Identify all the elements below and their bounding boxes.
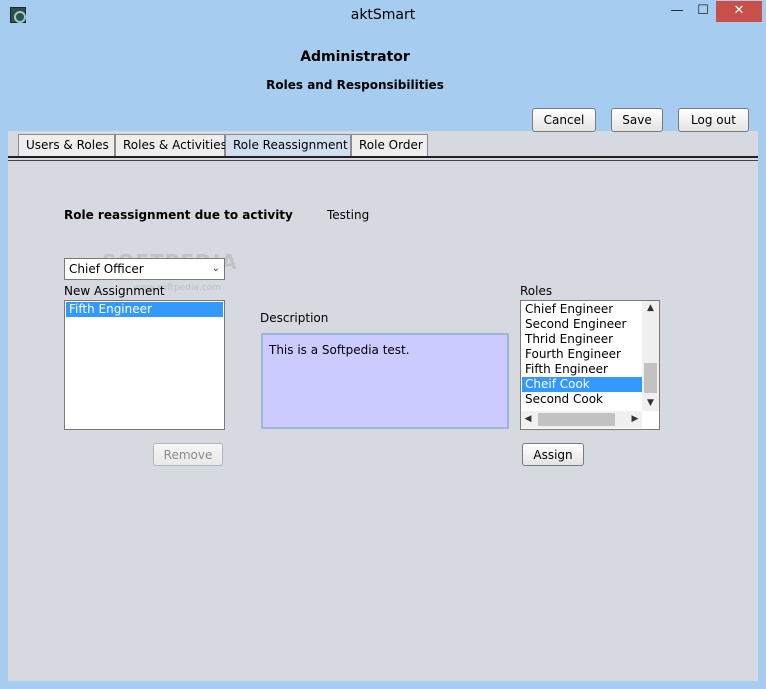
activity-value: Testing [327, 208, 370, 222]
save-button[interactable]: Save [611, 108, 663, 132]
description-field[interactable]: This is a Softpedia test. [261, 333, 509, 429]
app-window: aktSmart — ☐ ✕ Administrator Roles and R… [0, 0, 766, 689]
reassign-label: Role reassignment due to activity [64, 208, 293, 222]
chevron-right-icon[interactable]: ▶ [628, 411, 642, 428]
list-item[interactable]: Second Cook [522, 392, 642, 407]
maximize-button[interactable]: ☐ [690, 1, 716, 22]
title-bar[interactable]: aktSmart — ☐ ✕ [0, 0, 766, 31]
page-subtitle: Roles and Responsibilities [266, 78, 444, 92]
tab-role-order[interactable]: Role Order [351, 134, 428, 156]
roles-items: Chief Engineer Second Engineer Thrid Eng… [522, 302, 642, 407]
chevron-down-icon[interactable]: ▼ [642, 396, 659, 411]
role-select[interactable]: Chief Officer ⌄ [64, 258, 225, 280]
window-title: aktSmart [350, 7, 416, 23]
content-panel: Administrator Roles and Responsibilities… [8, 31, 758, 681]
scrollbar-thumb[interactable] [644, 363, 657, 393]
list-item[interactable]: Thrid Engineer [522, 332, 642, 347]
roles-vertical-scrollbar[interactable]: ▲ ▼ [642, 301, 659, 411]
list-item[interactable]: Second Engineer [522, 317, 642, 332]
roles-horizontal-scrollbar[interactable]: ◀ ▶ [521, 411, 642, 428]
chevron-left-icon[interactable]: ◀ [521, 411, 535, 428]
cancel-button[interactable]: Cancel [532, 108, 596, 132]
list-item[interactable]: Fifth Engineer [66, 302, 223, 317]
list-item[interactable]: Cheif Cook [522, 377, 642, 392]
remove-button[interactable]: Remove [153, 443, 223, 466]
assign-button[interactable]: Assign [522, 443, 584, 466]
roles-label: Roles [520, 284, 553, 298]
tab-divider-secondary [8, 160, 758, 161]
header-area: Administrator Roles and Responsibilities… [8, 31, 758, 132]
description-label: Description [260, 311, 329, 325]
chevron-down-icon[interactable]: ⌄ [212, 259, 220, 279]
new-assignment-label: New Assignment [64, 284, 165, 298]
scrollbar-thumb[interactable] [538, 413, 615, 426]
close-button[interactable]: ✕ [716, 1, 762, 22]
logout-button[interactable]: Log out [678, 108, 749, 132]
list-item[interactable]: Chief Engineer [522, 302, 642, 317]
page-title: Administrator [300, 49, 410, 65]
new-assignment-list[interactable]: Fifth Engineer [64, 300, 225, 430]
chevron-up-icon[interactable]: ▲ [642, 301, 659, 316]
tab-roles-activities[interactable]: Roles & Activities [115, 134, 227, 156]
list-item[interactable]: Fourth Engineer [522, 347, 642, 362]
tab-divider [8, 156, 758, 158]
tab-users-roles[interactable]: Users & Roles [18, 134, 115, 156]
roles-list[interactable]: Chief Engineer Second Engineer Thrid Eng… [520, 300, 660, 430]
role-select-value: Chief Officer [69, 262, 144, 276]
tab-role-reassignment[interactable]: Role Reassignment [225, 134, 351, 156]
list-item[interactable]: Fifth Engineer [522, 362, 642, 377]
minimize-button[interactable]: — [664, 1, 690, 22]
